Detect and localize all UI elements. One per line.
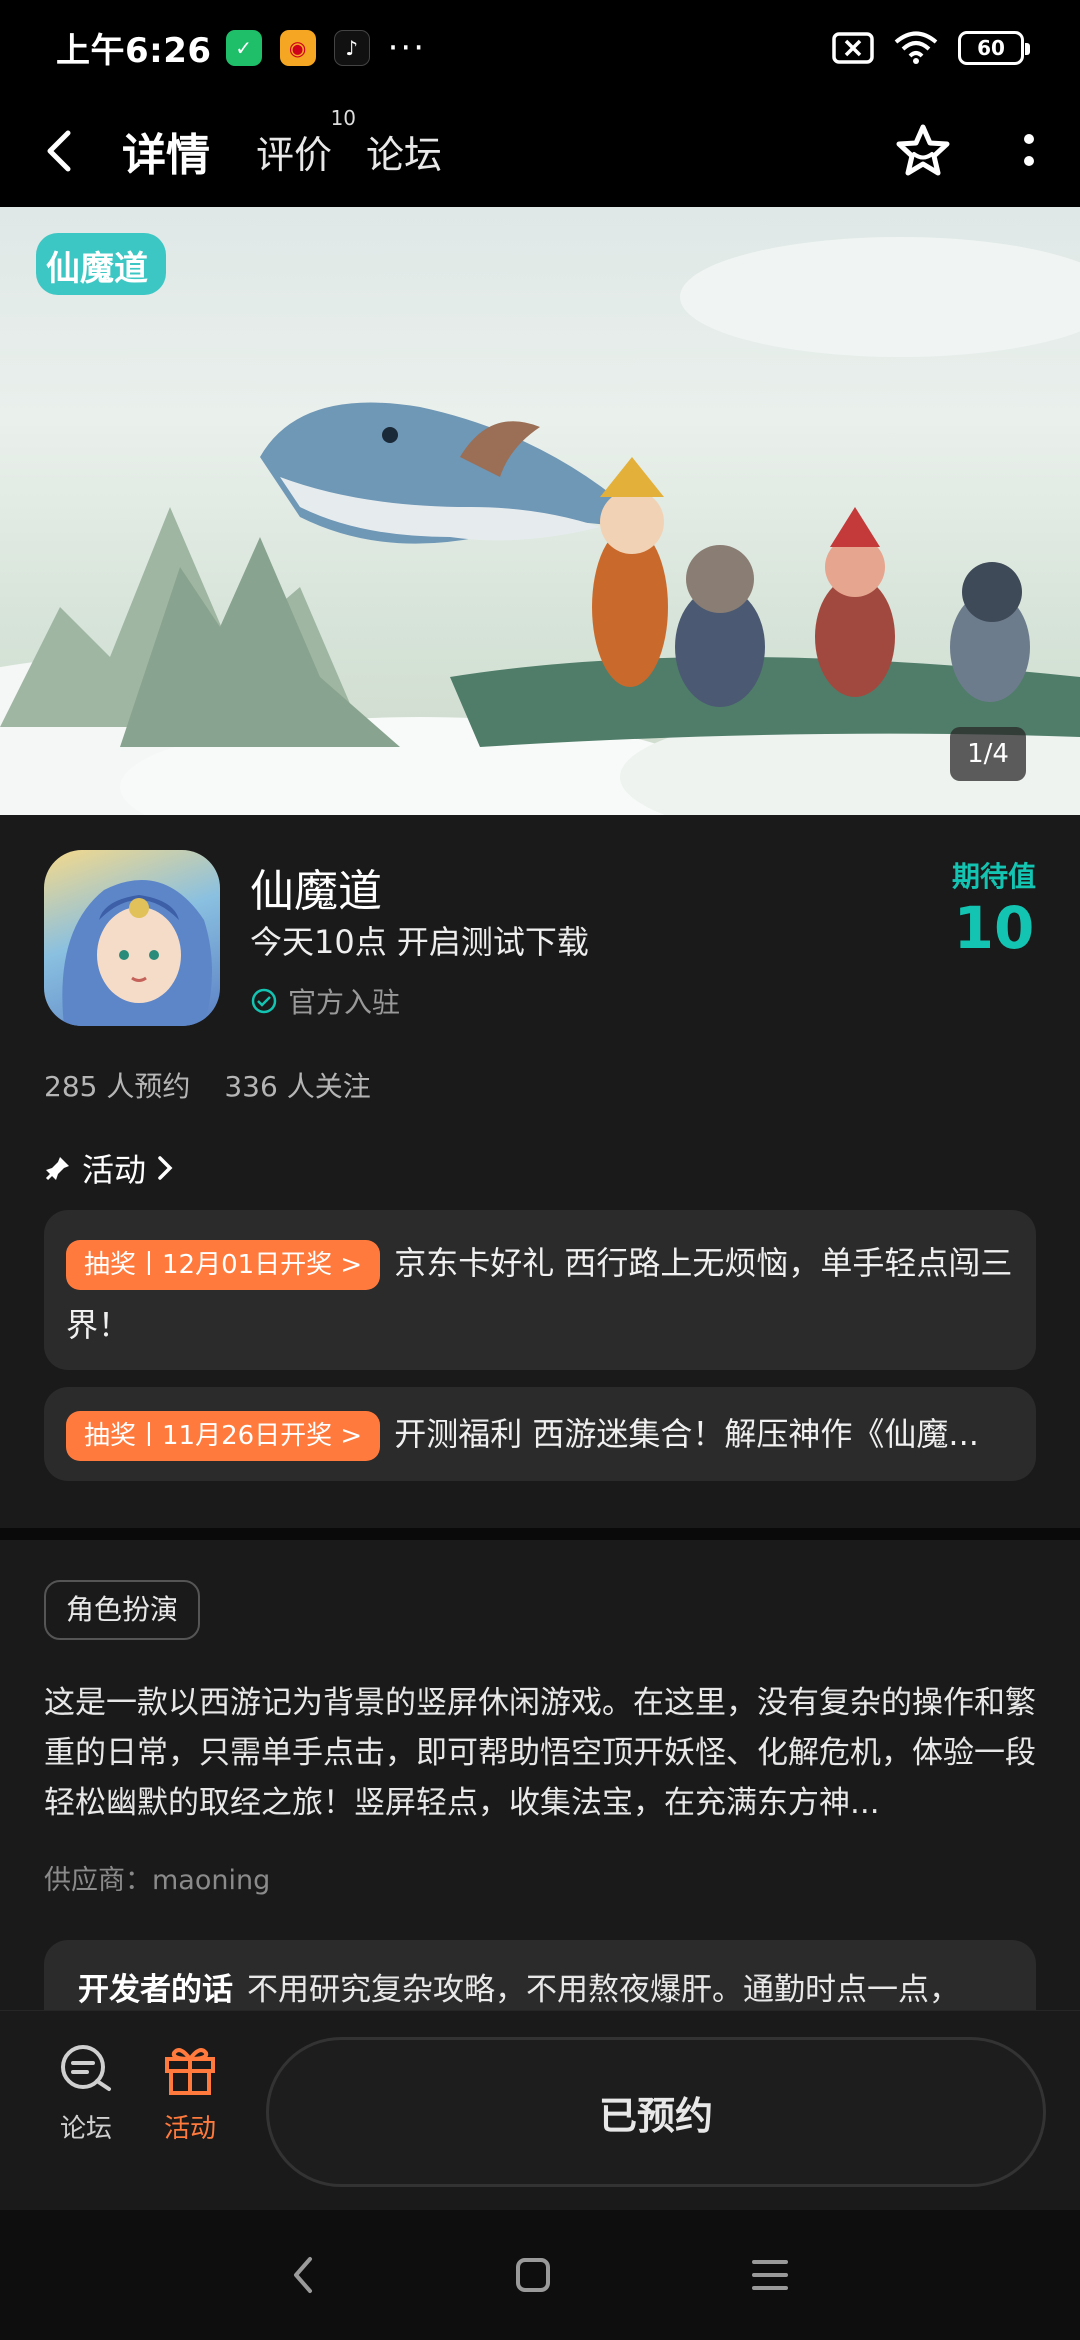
- lottery-pill: 抽奖丨12月01日开奖 >: [66, 1240, 381, 1290]
- bottom-action-bar: 论坛 活动 已预约: [0, 2010, 1080, 2210]
- system-home-icon[interactable]: [515, 2257, 551, 2293]
- more-notifications-icon: ···: [387, 27, 427, 68]
- activities-title: 活动: [82, 1151, 147, 1189]
- battery-icon: 60: [958, 30, 1030, 65]
- favorite-star-icon[interactable]: [894, 123, 952, 179]
- section-divider: [0, 1528, 1080, 1540]
- tab-details[interactable]: 详情: [116, 119, 216, 187]
- check-circle-icon: [251, 988, 277, 1014]
- sim-off-icon: [832, 31, 874, 64]
- chevron-right-icon: [158, 1156, 173, 1180]
- gift-icon: [165, 2048, 215, 2095]
- developer-note-label: 开发者的话: [78, 1972, 233, 2008]
- more-menu-icon[interactable]: [1022, 131, 1036, 171]
- expectation-value: 10: [953, 894, 1035, 962]
- status-time: 上午6:26: [56, 31, 212, 71]
- banner-artwork: [0, 233, 1080, 815]
- follow-count: 336 人关注: [224, 1070, 371, 1103]
- activity-label: 活动: [163, 2114, 216, 2144]
- forum-chat-icon: [61, 2045, 111, 2091]
- app-title: 仙魔道: [250, 866, 382, 917]
- reserved-button[interactable]: 已预约: [266, 2037, 1046, 2187]
- banner-logo-text: 仙魔道: [46, 249, 148, 289]
- wifi-icon: [894, 31, 938, 64]
- tab-forum[interactable]: 论坛: [366, 124, 442, 179]
- reservation-count: 285 人预约: [44, 1070, 191, 1103]
- tab-reviews[interactable]: 评价 10: [256, 106, 356, 179]
- activities-header[interactable]: 活动: [44, 1145, 174, 1191]
- shield-app-icon: ✓: [225, 29, 262, 66]
- system-nav-bar: [0, 2210, 1080, 2340]
- expectation-label: 期待值: [951, 860, 1036, 893]
- lottery-pill: 抽奖丨11月26日开奖 >: [66, 1411, 381, 1461]
- description-section: 角色扮演 这是一款以西游记为背景的竖屏休闲游戏。在这里，没有复杂的操作和繁重的日…: [0, 1540, 1080, 2020]
- description-text[interactable]: 这是一款以西游记为背景的竖屏休闲游戏。在这里，没有复杂的操作和繁重的日常，只需单…: [44, 1678, 1044, 1828]
- developer-note-text: 不用研究复杂攻略，不用熬夜爆肝。通勤时点一点，: [247, 1972, 960, 2008]
- screenshot-carousel[interactable]: 仙魔道 1/4: [0, 207, 1080, 815]
- activity-text: 开测福利 西游迷集合！解压神作《仙魔...: [394, 1415, 979, 1453]
- official-label: 官方入驻: [288, 986, 401, 1019]
- genre-tag[interactable]: 角色扮演: [44, 1580, 201, 1640]
- supplier-text: 供应商：maoning: [44, 1865, 271, 1896]
- forum-button[interactable]: 论坛: [36, 2043, 136, 2145]
- tab-reviews-label: 评价: [256, 132, 333, 177]
- app-stats: 285 人预约 336 人关注: [44, 1065, 371, 1105]
- system-back-icon[interactable]: [291, 2255, 315, 2295]
- activity-card[interactable]: 抽奖丨11月26日开奖 > 开测福利 西游迷集合！解压神作《仙魔...: [44, 1387, 1036, 1481]
- status-bar: 上午6:26 ✓ ◉ ♪ ··· 60: [0, 0, 1080, 95]
- pin-icon: [45, 1157, 69, 1181]
- developer-note-card[interactable]: 开发者的话 不用研究复杂攻略，不用熬夜爆肝。通勤时点一点，: [44, 1940, 1036, 2020]
- carousel-counter: 1/4: [950, 727, 1026, 781]
- activity-button[interactable]: 活动: [140, 2043, 240, 2145]
- activity-card[interactable]: 抽奖丨12月01日开奖 > 京东卡好礼 西行路上无烦恼，单手轻点闯三界！: [44, 1210, 1036, 1370]
- top-nav: 详情 评价 10 论坛: [0, 95, 1080, 207]
- status-app-icons: ✓ ◉ ♪: [225, 29, 370, 66]
- reviews-count-badge: 10: [330, 105, 357, 130]
- expectation-score: 期待值 10: [952, 855, 1036, 957]
- forum-label: 论坛: [59, 2114, 112, 2144]
- app-subtitle: 今天10点 开启测试下载: [250, 923, 589, 961]
- tiktok-app-icon: ♪: [333, 29, 370, 66]
- system-menu-icon[interactable]: [751, 2258, 789, 2292]
- back-icon[interactable]: [44, 129, 74, 173]
- app-info-section: 仙魔道 今天10点 开启测试下载 官方入驻 期待值 10 285 人预约 336…: [0, 815, 1080, 1530]
- official-badge: 官方入驻: [250, 981, 400, 1021]
- app-icon: [44, 850, 220, 1026]
- app-icon-artwork: [62, 880, 212, 1026]
- weibo-app-icon: ◉: [279, 29, 316, 66]
